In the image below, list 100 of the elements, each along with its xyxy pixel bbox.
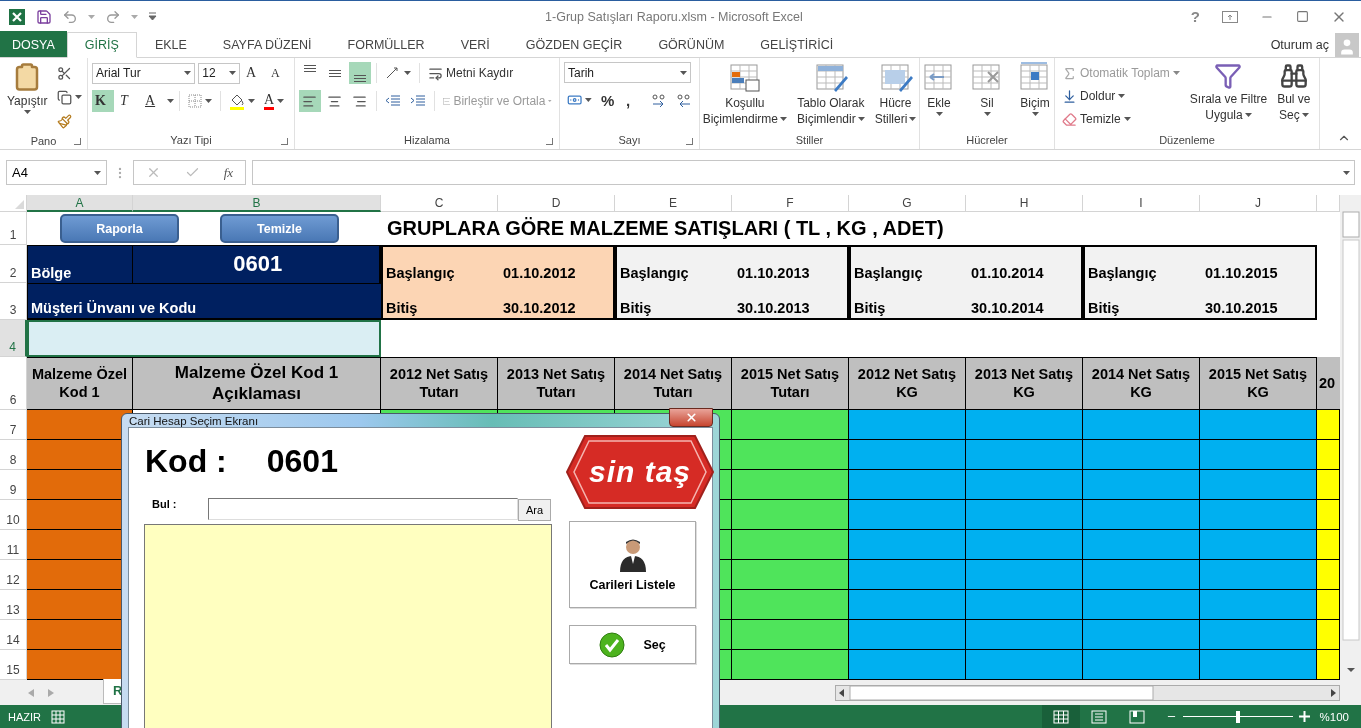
cells-button[interactable]: Biçim [1015,62,1055,131]
column-header[interactable]: H [966,195,1083,212]
row-header[interactable]: 15 [0,650,27,680]
column-header[interactable]: D [498,195,615,212]
caret-icon [229,71,236,75]
grid-icon [1052,709,1069,724]
paste-button[interactable]: Yapıştır [4,62,51,132]
column-header[interactable]: J [1200,195,1317,212]
row-header[interactable]: 6 [0,357,27,410]
ribbon-display-icon[interactable] [1222,10,1238,23]
table-cell: Bölge [28,246,134,284]
row-header[interactable]: 7 [0,410,27,440]
redo-icon[interactable] [105,8,121,25]
bold-button[interactable]: K [92,90,114,112]
align-left-button[interactable] [299,90,321,112]
styles-button[interactable]: Koşullu Biçimlendirme [699,62,790,131]
caret-icon [780,117,787,121]
macro-recording-icon[interactable] [51,709,65,724]
normal-view-button[interactable] [1041,705,1080,728]
close-button[interactable] [669,408,713,427]
column-header[interactable]: F [732,195,849,212]
column-header[interactable]: E [615,195,732,212]
select-button[interactable]: Seç [569,625,696,664]
insert-function-button[interactable]: fx [223,164,234,181]
grow-font-button[interactable]: A [243,62,265,84]
row-header[interactable]: 9 [0,470,27,500]
search-field[interactable] [208,498,518,520]
row-header[interactable]: 8 [0,440,27,470]
cells-button[interactable]: Sil [967,62,1007,131]
caret-icon [1123,117,1131,121]
vertical-scrollbar[interactable] [1340,195,1361,680]
list-customers-button[interactable]: Carileri Listele [569,521,696,608]
sign-in-link[interactable]: Oturum aç [1270,37,1329,52]
styles-button[interactable]: Hücre Stilleri [871,62,920,131]
decimal-arrow-icon [676,93,692,107]
column-header[interactable]: B [133,195,381,212]
maximize-icon[interactable] [1296,10,1309,23]
bottom-align-button[interactable] [349,62,371,84]
undo-icon[interactable] [62,8,78,25]
wrap-text-button[interactable]: Metni Kaydır [425,62,517,84]
ribbon-tab[interactable]: GİRİŞ [66,32,137,58]
row-header[interactable]: 3 [0,283,27,320]
group-label: Pano [30,134,57,147]
clear-button[interactable]: Temizle [1059,108,1183,130]
file-tab[interactable]: DOSYA [0,31,67,57]
start-label: Başlangıç [1087,265,1158,283]
caret-icon [184,71,192,75]
start-label: Başlangıç [853,265,924,283]
number-format-field[interactable]: Tarih [564,62,691,83]
row-header[interactable]: 10 [0,500,27,530]
sheet-button[interactable]: Raporla [60,214,179,243]
save-icon[interactable] [36,8,52,25]
sheet-button[interactable]: Temizle [220,214,339,243]
underline-button[interactable]: A [142,90,164,112]
fill-button[interactable]: Doldur [1059,85,1183,107]
column-header[interactable]: I [1083,195,1200,212]
column-header[interactable]: C [381,195,498,212]
caret-icon [94,170,101,175]
sort-filter-button[interactable]: Sırala ve Filtre Uygula [1186,62,1271,131]
horizontal-scrollbar[interactable] [835,684,1340,701]
row-header[interactable]: 13 [0,590,27,620]
selected-cell[interactable] [27,320,381,357]
caret-icon [909,117,917,121]
help-button[interactable]: ? [1190,8,1200,25]
row-header[interactable]: 12 [0,560,27,590]
row-header[interactable]: 14 [0,620,27,650]
dialog-launcher-icon[interactable] [546,138,553,145]
align-left-icon [302,93,317,109]
dialog-launcher-icon[interactable] [281,138,288,145]
font-name-field[interactable]: Arial Tur [92,62,196,84]
conditional-format-icon [727,62,762,94]
find-select-button[interactable]: Bul ve Seç [1274,62,1314,131]
group-label: Düzenleme [1159,134,1215,146]
borders-icon [188,94,202,108]
row-header[interactable]: 2 [0,245,27,283]
report-title: GRUPLARA GÖRE MALZEME SATIŞLARI ( TL , KG , ADET) [386,216,945,241]
customize-icon[interactable] [148,12,157,21]
dialog-launcher-icon[interactable] [686,138,693,145]
row-header[interactable]: 11 [0,530,27,560]
dialog-launcher-icon[interactable] [74,138,81,145]
shrink-font-button[interactable]: A [268,62,290,84]
italic-button[interactable]: T [117,90,139,112]
row-header[interactable]: 4 [0,320,27,357]
font-color-button[interactable]: A [261,90,288,112]
name-box[interactable]: A4 [6,160,107,185]
search-button[interactable]: Ara [518,499,551,521]
row-header[interactable]: 1 [0,212,27,245]
percent-button[interactable]: % [598,89,620,111]
end-label: Bitiş [853,300,887,318]
font-size-field[interactable]: 12 [198,62,240,84]
styles-button[interactable]: Tablo Olarak Biçimlendir [794,62,868,131]
zoom-level[interactable]: %100 [1319,710,1349,723]
zoom-in-icon[interactable] [1298,711,1310,722]
cells-button[interactable]: Ekle [919,62,959,131]
comma-style-button[interactable]: , [623,89,645,111]
formula-input[interactable] [252,160,1355,185]
column-header[interactable]: A [27,195,133,212]
down-arrow-icon [1062,88,1077,104]
column-header[interactable]: G [849,195,966,212]
table-format-icon [813,62,848,94]
